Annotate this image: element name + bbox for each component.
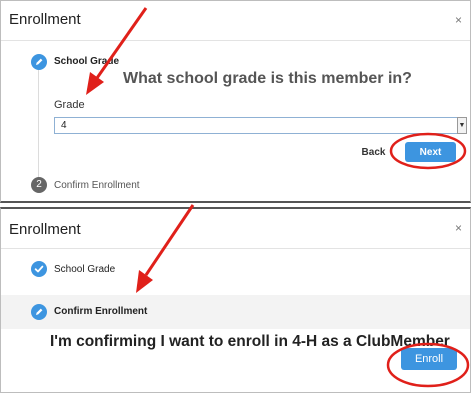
step-school-grade[interactable]: School Grade: [54, 264, 115, 275]
back-button[interactable]: Back: [353, 142, 394, 162]
enrollment-dialog-grade-step: Enrollment × School Grade What school gr…: [0, 0, 471, 203]
enroll-button[interactable]: Enroll: [401, 348, 457, 370]
grade-selected-value: 4: [61, 120, 67, 131]
dialog-header: Enrollment ×: [1, 1, 470, 41]
grade-field-label: Grade: [54, 99, 85, 111]
step-school-grade[interactable]: School Grade: [54, 56, 119, 67]
step-number-badge: 2: [31, 177, 47, 193]
pencil-icon: [31, 304, 47, 320]
next-button[interactable]: Next: [405, 142, 456, 162]
close-icon[interactable]: ×: [455, 13, 462, 27]
dialog-header: Enrollment ×: [1, 209, 470, 249]
confirmation-statement: I'm confirming I want to enroll in 4-H a…: [50, 333, 450, 350]
grade-select[interactable]: 4 ▼: [54, 117, 467, 134]
dialog-title: Enrollment: [9, 11, 81, 28]
pencil-icon: [31, 54, 47, 70]
dialog-title: Enrollment: [9, 221, 81, 238]
check-icon: [31, 261, 47, 277]
stepper-line: [38, 63, 39, 181]
close-icon[interactable]: ×: [455, 221, 462, 235]
step-confirm-enrollment[interactable]: Confirm Enrollment: [54, 180, 140, 191]
step-confirm-enrollment[interactable]: Confirm Enrollment: [54, 306, 147, 317]
dropdown-arrow-icon[interactable]: ▼: [457, 117, 467, 134]
grade-question: What school grade is this member in?: [123, 70, 412, 87]
